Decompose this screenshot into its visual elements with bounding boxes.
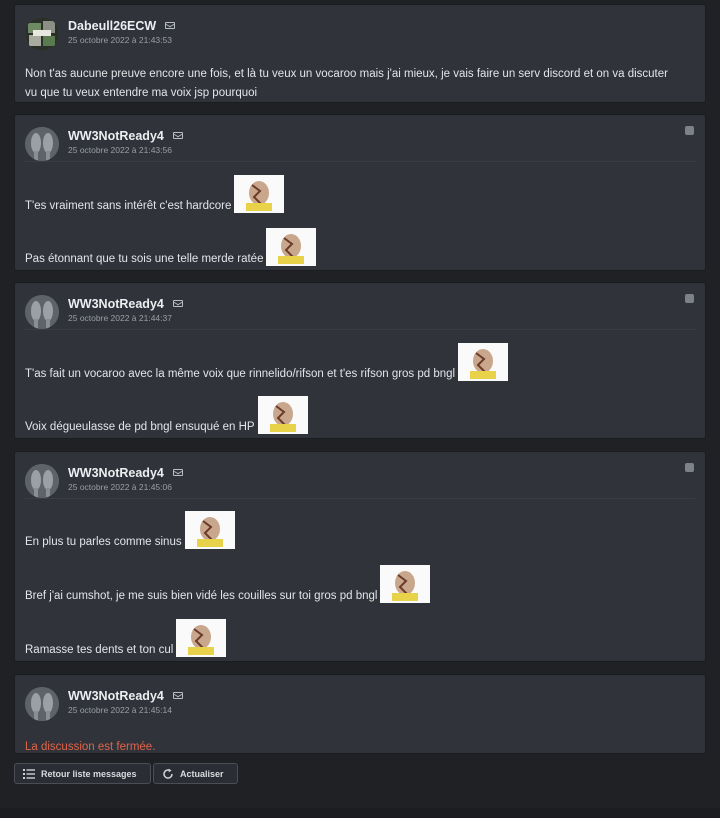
refresh-label: Actualiser <box>180 768 224 779</box>
report-icon[interactable] <box>685 126 694 135</box>
sticker-image <box>257 396 308 434</box>
message-line: Voix dégueulasse de pd bngl ensuqué en H… <box>25 421 255 433</box>
back-to-list-button[interactable]: Retour liste messages <box>14 763 151 784</box>
divider <box>25 498 695 499</box>
refresh-button[interactable]: Actualiser <box>153 763 238 784</box>
message-header: WW3NotReady4 25 octobre 2022 à 21:43:56 <box>15 115 705 161</box>
back-to-list-label: Retour liste messages <box>41 768 137 779</box>
message-text: vu que tu veux entendre ma voix jsp pour… <box>25 87 257 100</box>
message-line: Bref j'ai cumshot, je me suis bien vidé … <box>25 590 378 602</box>
sticker-image <box>176 619 227 657</box>
message-line: En plus tu parles comme sinus <box>25 536 182 548</box>
sticker-image <box>266 228 317 266</box>
message-text: En plus tu parles comme sinus <box>25 511 235 549</box>
message-card: Dabeull26ECW 25 octobre 2022 à 21:43:53 … <box>14 4 706 103</box>
divider <box>25 161 695 162</box>
list-icon <box>23 768 35 779</box>
message-header: Dabeull26ECW 25 octobre 2022 à 21:43:53 <box>15 5 705 51</box>
discussion-closed-notice: La discussion est fermée. <box>25 741 156 753</box>
author-label[interactable]: WW3NotReady4 <box>68 129 164 143</box>
divider <box>25 329 695 330</box>
sticker-image <box>184 511 235 549</box>
message-line: Non t'as aucune preuve encore une fois, … <box>25 68 668 80</box>
page-bottom-bar <box>0 808 720 818</box>
avatar[interactable] <box>25 127 59 161</box>
avatar[interactable] <box>25 17 59 51</box>
message-header: WW3NotReady4 25 octobre 2022 à 21:45:06 <box>15 452 705 498</box>
report-icon[interactable] <box>685 294 694 303</box>
report-icon[interactable] <box>685 463 694 472</box>
avatar[interactable] <box>25 295 59 329</box>
author-label[interactable]: WW3NotReady4 <box>68 297 164 311</box>
envelope-icon[interactable] <box>165 22 176 29</box>
message-date: 25 octobre 2022 à 21:44:37 <box>68 313 172 323</box>
envelope-icon[interactable] <box>172 132 183 139</box>
message-date: 25 octobre 2022 à 21:43:53 <box>68 35 172 45</box>
message-header: WW3NotReady4 25 octobre 2022 à 21:44:37 <box>15 283 705 329</box>
author-name[interactable]: WW3NotReady4 <box>68 689 183 703</box>
envelope-icon[interactable] <box>172 692 183 699</box>
sticker-image <box>234 175 285 213</box>
author-label[interactable]: Dabeull26ECW <box>68 19 156 33</box>
author-name[interactable]: Dabeull26ECW <box>68 19 176 33</box>
message-date: 25 octobre 2022 à 21:43:56 <box>68 145 172 155</box>
author-name[interactable]: WW3NotReady4 <box>68 466 183 480</box>
message-line: T'as fait un vocaroo avec la même voix q… <box>25 368 456 380</box>
message-line: vu que tu veux entendre ma voix jsp pour… <box>25 87 258 99</box>
message-date: 25 octobre 2022 à 21:45:06 <box>68 482 172 492</box>
envelope-icon[interactable] <box>172 469 183 476</box>
message-text: Bref j'ai cumshot, je me suis bien vidé … <box>25 565 431 603</box>
avatar[interactable] <box>25 687 59 721</box>
message-text: T'as fait un vocaroo avec la même voix q… <box>25 343 509 381</box>
sticker-image <box>380 565 431 603</box>
message-text: Ramasse tes dents et ton cul <box>25 619 227 657</box>
author-label[interactable]: WW3NotReady4 <box>68 466 164 480</box>
message-text: Voix dégueulasse de pd bngl ensuqué en H… <box>25 396 308 434</box>
message-text: Non t'as aucune preuve encore une fois, … <box>25 68 668 81</box>
message-card: WW3NotReady4 25 octobre 2022 à 21:45:14 … <box>14 674 706 754</box>
message-line: Ramasse tes dents et ton cul <box>25 644 174 656</box>
author-name[interactable]: WW3NotReady4 <box>68 129 183 143</box>
message-text: T'es vraiment sans intérêt c'est hardcor… <box>25 175 285 213</box>
sticker-image <box>458 343 509 381</box>
message-card: WW3NotReady4 25 octobre 2022 à 21:43:56 … <box>14 114 706 271</box>
author-name[interactable]: WW3NotReady4 <box>68 297 183 311</box>
message-line: Pas étonnant que tu sois une telle merde… <box>25 253 264 265</box>
message-line: T'es vraiment sans intérêt c'est hardcor… <box>25 200 232 212</box>
message-date: 25 octobre 2022 à 21:45:14 <box>68 705 172 715</box>
message-card: WW3NotReady4 25 octobre 2022 à 21:45:06 … <box>14 451 706 662</box>
refresh-icon <box>162 768 174 780</box>
message-card: WW3NotReady4 25 octobre 2022 à 21:44:37 … <box>14 282 706 439</box>
author-label[interactable]: WW3NotReady4 <box>68 689 164 703</box>
avatar[interactable] <box>25 464 59 498</box>
message-header: WW3NotReady4 25 octobre 2022 à 21:45:14 <box>15 675 705 721</box>
envelope-icon[interactable] <box>172 300 183 307</box>
message-text: Pas étonnant que tu sois une telle merde… <box>25 228 317 266</box>
